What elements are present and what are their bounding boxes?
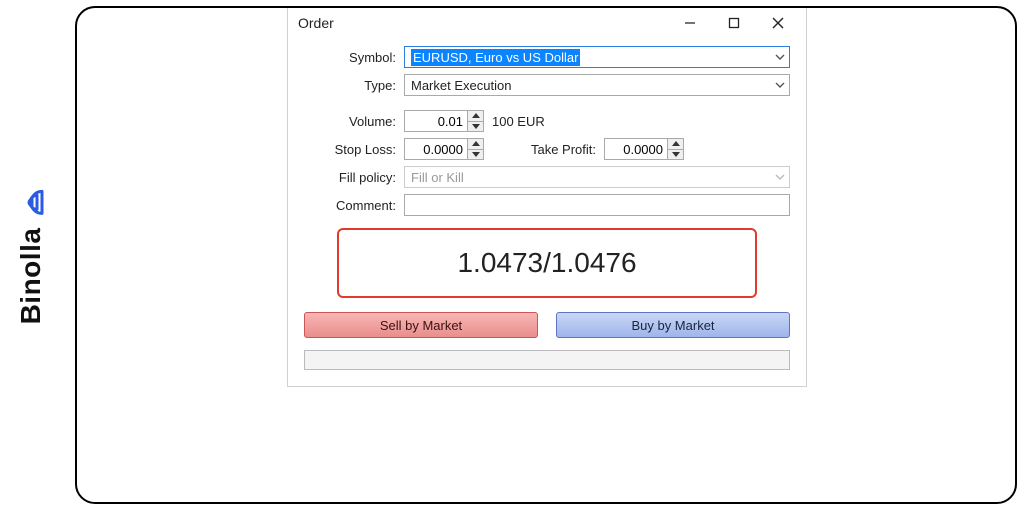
stop-loss-label: Stop Loss: (304, 142, 404, 157)
tp-down-icon[interactable] (668, 149, 683, 160)
app-frame: Order Symbol: EURUSD, Euro vs US Dollar (75, 6, 1017, 504)
minimize-button[interactable] (668, 9, 712, 37)
fill-policy-dropdown: Fill or Kill (404, 166, 790, 188)
fill-policy-value: Fill or Kill (411, 170, 464, 185)
quote-ask: 1.0476 (551, 247, 637, 279)
order-dialog: Order Symbol: EURUSD, Euro vs US Dollar (287, 8, 807, 387)
type-label: Type: (304, 78, 404, 93)
status-bar (304, 350, 790, 370)
volume-label: Volume: (304, 114, 404, 129)
chevron-down-icon (775, 52, 785, 62)
volume-up-icon[interactable] (468, 111, 483, 121)
sl-down-icon[interactable] (468, 149, 483, 160)
volume-stepper[interactable] (404, 110, 484, 132)
buy-button[interactable]: Buy by Market (556, 312, 790, 338)
comment-input[interactable] (404, 194, 790, 216)
volume-down-icon[interactable] (468, 121, 483, 132)
take-profit-label: Take Profit: (514, 142, 604, 157)
symbol-dropdown[interactable]: EURUSD, Euro vs US Dollar (404, 46, 790, 68)
stop-loss-input[interactable] (405, 139, 467, 159)
symbol-value: EURUSD, Euro vs US Dollar (411, 49, 580, 66)
titlebar: Order (288, 8, 806, 38)
take-profit-stepper[interactable] (604, 138, 684, 160)
take-profit-input[interactable] (605, 139, 667, 159)
stop-loss-stepper[interactable] (404, 138, 484, 160)
brand-name: Binolla (15, 228, 47, 325)
quote-box: 1.0473 / 1.0476 (337, 228, 757, 298)
comment-label: Comment: (304, 198, 404, 213)
chevron-down-icon (775, 80, 785, 90)
chevron-down-icon (775, 172, 785, 182)
type-value: Market Execution (411, 78, 511, 93)
quote-bid: 1.0473 (457, 247, 543, 279)
brand-logo-icon (16, 188, 46, 218)
close-button[interactable] (756, 9, 800, 37)
fill-policy-label: Fill policy: (304, 170, 404, 185)
type-dropdown[interactable]: Market Execution (404, 74, 790, 96)
brand-sidebar: Binolla (15, 188, 47, 325)
maximize-button[interactable] (712, 9, 756, 37)
symbol-label: Symbol: (304, 50, 404, 65)
sl-up-icon[interactable] (468, 139, 483, 149)
volume-hint: 100 EUR (492, 114, 545, 129)
sell-button[interactable]: Sell by Market (304, 312, 538, 338)
window-title: Order (298, 15, 334, 31)
volume-input[interactable] (405, 111, 467, 131)
tp-up-icon[interactable] (668, 139, 683, 149)
quote-sep: / (543, 247, 551, 279)
